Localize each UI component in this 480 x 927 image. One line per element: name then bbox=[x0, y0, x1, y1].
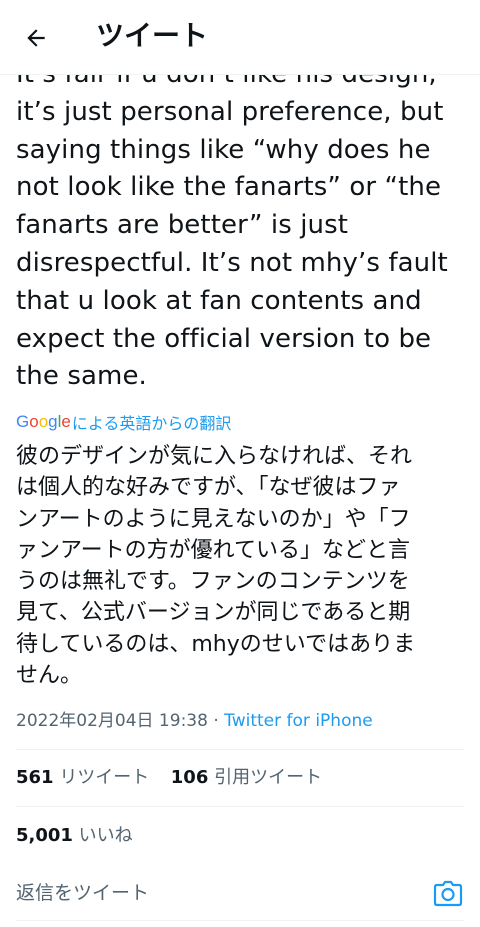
likes-label: いいね bbox=[78, 825, 133, 846]
divider bbox=[16, 920, 464, 921]
quotes-count: 106 bbox=[170, 767, 209, 788]
quotes-label: 引用ツイート bbox=[214, 767, 323, 788]
retweet-stats-row: 561 リツイート 106 引用ツイート bbox=[16, 764, 322, 792]
tweet-meta: 2022年02月04日 19:38 · Twitter for iPhone bbox=[16, 708, 373, 734]
reply-bar: 返信をツイート bbox=[0, 862, 480, 926]
tweet-body: It’s fair if u don’t like his design, it… bbox=[16, 59, 448, 392]
divider bbox=[16, 806, 464, 807]
camera-icon bbox=[433, 880, 463, 907]
divider bbox=[16, 749, 464, 750]
translation-credit-link[interactable]: Google による英語からの翻訳 bbox=[16, 409, 231, 435]
google-logo: Google bbox=[16, 412, 71, 431]
translated-tweet-body: 彼のデザインが気に入らなければ、それ は個人的な好みですが、「なぜ彼はファ ンア… bbox=[16, 444, 416, 689]
likes-stat[interactable]: 5,001 いいね bbox=[16, 825, 133, 846]
tweet-timestamp[interactable]: 2022年02月04日 19:38 bbox=[16, 711, 208, 731]
arrow-left-icon bbox=[27, 29, 45, 47]
likes-stats-row: 5,001 いいね bbox=[16, 822, 133, 850]
camera-button[interactable] bbox=[432, 878, 464, 910]
retweets-label: リツイート bbox=[59, 767, 150, 788]
quotes-stat[interactable]: 106 引用ツイート bbox=[171, 767, 322, 788]
reply-input[interactable]: 返信をツイート bbox=[16, 878, 149, 905]
likes-count: 5,001 bbox=[16, 825, 73, 846]
back-button[interactable] bbox=[18, 20, 54, 56]
page-title: ツイート bbox=[96, 19, 209, 52]
translation-credit-label: による英語からの翻訳 bbox=[71, 414, 232, 433]
top-bar: ツイート bbox=[0, 0, 480, 75]
retweets-count: 561 bbox=[16, 767, 54, 788]
meta-separator: · bbox=[207, 711, 225, 731]
tweet-source-link[interactable]: Twitter for iPhone bbox=[224, 711, 373, 731]
retweets-stat[interactable]: 561 リツイート bbox=[16, 767, 149, 788]
